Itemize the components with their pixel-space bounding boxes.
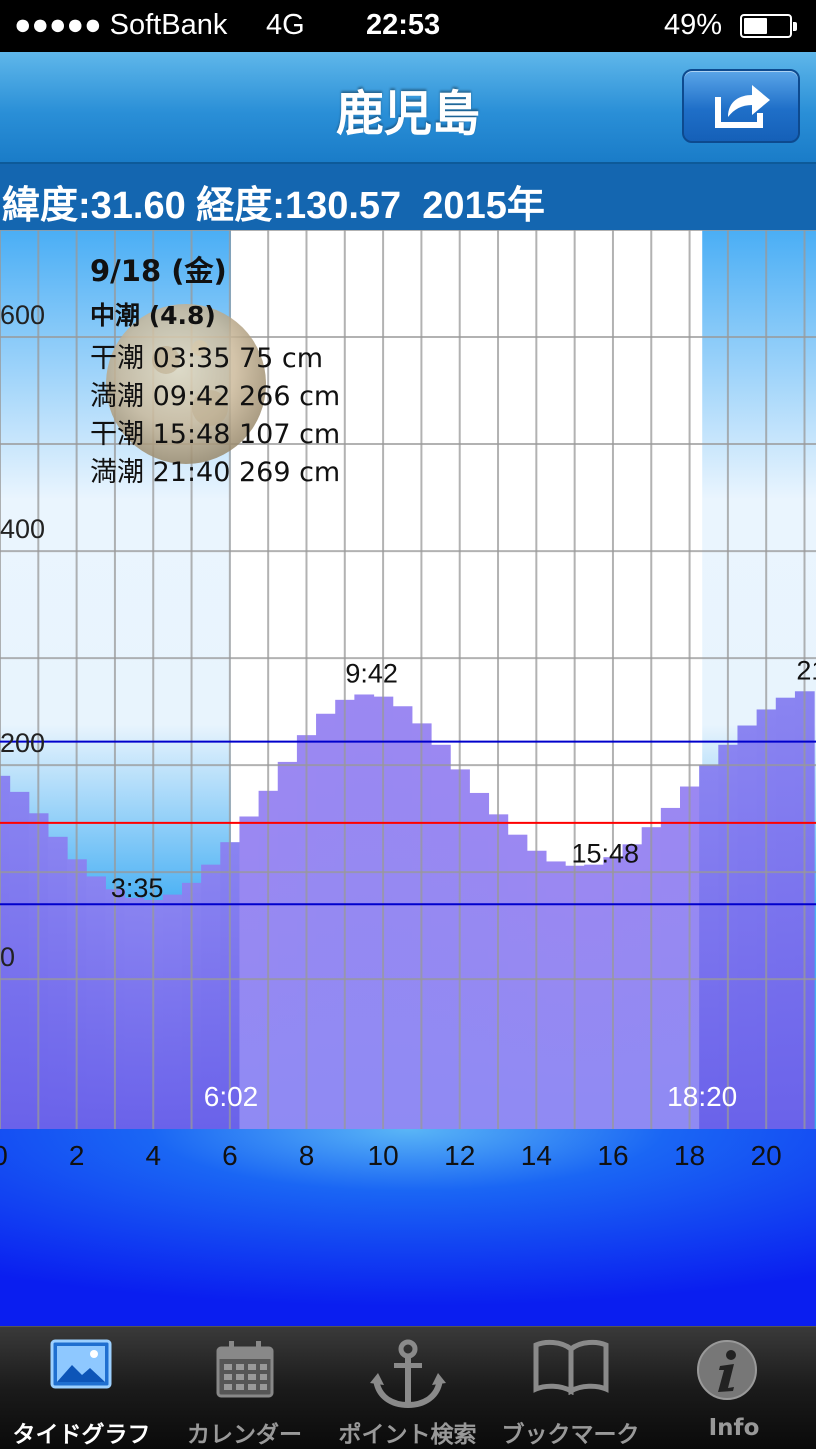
tab-calendar[interactable]: カレンダー xyxy=(163,1327,326,1449)
photo-icon xyxy=(50,1339,112,1389)
extremum-label: 21:40 xyxy=(796,655,816,685)
day-summary: 9/18 (金) 中潮 (4.8) 干潮 03:35 75 cm 満潮 09:4… xyxy=(90,248,340,492)
x-tick-label: 4 xyxy=(145,1140,161,1171)
extremum-label: 9:42 xyxy=(345,658,398,688)
tide-bar xyxy=(737,725,758,1129)
tide-bar xyxy=(316,713,336,1129)
tide-bar xyxy=(699,765,719,1129)
navigation-bar: 鹿児島 xyxy=(0,52,816,164)
book-icon xyxy=(533,1339,609,1395)
info-icon xyxy=(697,1340,757,1400)
calendar-icon xyxy=(216,1341,274,1398)
x-tick-label: 2 xyxy=(69,1140,85,1171)
x-tick-label: 12 xyxy=(444,1140,475,1171)
tide-bar xyxy=(124,897,145,1129)
tide-bar xyxy=(622,844,643,1129)
tide-event: 満潮 09:42 266 cm xyxy=(90,381,341,412)
tide-bar xyxy=(430,744,451,1129)
tide-type-label: 中潮 (4.8) xyxy=(90,301,216,330)
y-tick-label: 200 xyxy=(0,728,45,758)
tide-bar xyxy=(354,694,375,1129)
tide-bar xyxy=(775,697,796,1129)
tab-bar: タイドグラフ カレンダー ポイント検索 ブックマーク Info xyxy=(0,1326,816,1449)
tide-bar xyxy=(392,706,413,1129)
tab-tide-graph[interactable]: タイドグラフ xyxy=(0,1327,163,1449)
tab-info[interactable]: Info xyxy=(652,1327,816,1449)
y-tick-label: 400 xyxy=(0,514,45,544)
tide-bar xyxy=(507,834,528,1129)
x-tick-label: 14 xyxy=(521,1140,552,1171)
location-info: 緯度:31.60 経度:130.57 2015年 xyxy=(2,185,545,227)
sun-time-label: 6:02 xyxy=(204,1081,259,1112)
clock: 22:53 xyxy=(366,9,441,41)
x-tick-label: 20 xyxy=(751,1140,782,1171)
x-tick-label: 0 xyxy=(0,1140,8,1171)
x-tick-label: 18 xyxy=(674,1140,705,1171)
location-info-bar: 緯度:31.60 経度:130.57 2015年 xyxy=(0,164,816,230)
network-label: 4G xyxy=(266,9,305,41)
tide-bar xyxy=(47,836,68,1129)
extremum-label: 3:35 xyxy=(111,873,164,903)
tab-label: タイドグラフ xyxy=(12,1422,151,1448)
x-tick-label: 10 xyxy=(368,1140,399,1171)
anchor-icon xyxy=(370,1339,446,1409)
tide-bar xyxy=(86,876,106,1129)
extremum-label: 15:48 xyxy=(572,839,640,869)
date-label: 9/18 (金) xyxy=(90,254,227,288)
battery-percent: 49% xyxy=(664,9,723,41)
tab-point-search[interactable]: ポイント検索 xyxy=(326,1327,489,1449)
battery-icon xyxy=(740,14,797,38)
y-tick-label: 0 xyxy=(0,942,15,972)
x-tick-label: 16 xyxy=(597,1140,628,1171)
carrier-label: ●●●●● SoftBank xyxy=(14,9,228,41)
y-tick-label: 600 xyxy=(0,300,45,330)
tide-event: 満潮 21:40 269 cm xyxy=(90,457,341,488)
tide-bar xyxy=(469,792,490,1129)
tide-event: 干潮 03:35 75 cm xyxy=(90,343,324,374)
tab-label: Info xyxy=(708,1415,760,1441)
tide-bar xyxy=(162,894,183,1129)
x-tick-label: 8 xyxy=(299,1140,315,1171)
tab-label: ブックマーク xyxy=(501,1422,640,1448)
x-tick-label: 6 xyxy=(222,1140,238,1171)
share-button[interactable] xyxy=(682,69,800,143)
status-bar: ●●●●● SoftBank 4G 22:53 49% xyxy=(0,0,816,52)
share-icon xyxy=(715,85,770,128)
tab-bookmark[interactable]: ブックマーク xyxy=(489,1327,652,1449)
tab-label: ポイント検索 xyxy=(338,1422,477,1448)
tab-label: カレンダー xyxy=(187,1422,302,1448)
tide-bar xyxy=(277,761,298,1129)
tide-event: 干潮 15:48 107 cm xyxy=(90,419,341,450)
sun-time-label: 18:20 xyxy=(667,1081,737,1112)
tide-bar xyxy=(545,861,566,1129)
